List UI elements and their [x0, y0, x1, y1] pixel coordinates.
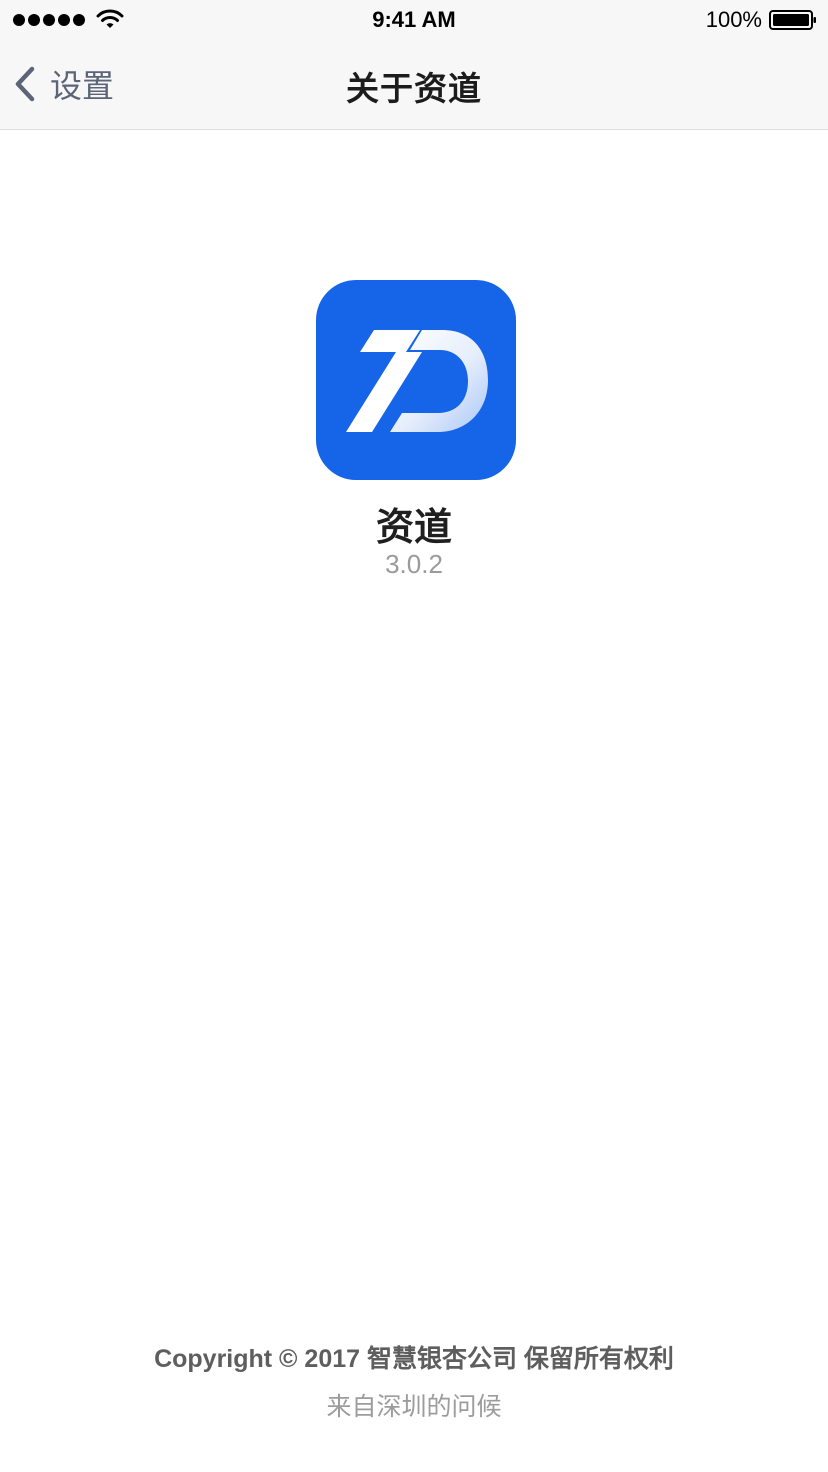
app-version: 3.0.2 [385, 549, 443, 579]
status-bar: 9:41 AM 100% [0, 0, 828, 40]
greeting-text: 来自深圳的问候 [326, 1393, 502, 1421]
app-logo-icon [316, 280, 516, 480]
copyright-text: Copyright © 2017 智慧银杏公司 保留所有权利 [154, 1345, 674, 1373]
battery-percentage: 100% [705, 7, 762, 32]
status-time: 9:41 AM [372, 7, 456, 32]
app-name: 资道 [375, 507, 452, 549]
page-title: 关于资道 [346, 70, 482, 107]
top-bars: 9:41 AM 100% 设置 关于资道 [0, 0, 828, 130]
about-screen: 9:41 AM 100% 设置 关于资道 资道 3.0.2 Copyright … [0, 0, 828, 1472]
navigation-bar: 设置 关于资道 [0, 40, 828, 130]
battery-icon [769, 10, 816, 30]
